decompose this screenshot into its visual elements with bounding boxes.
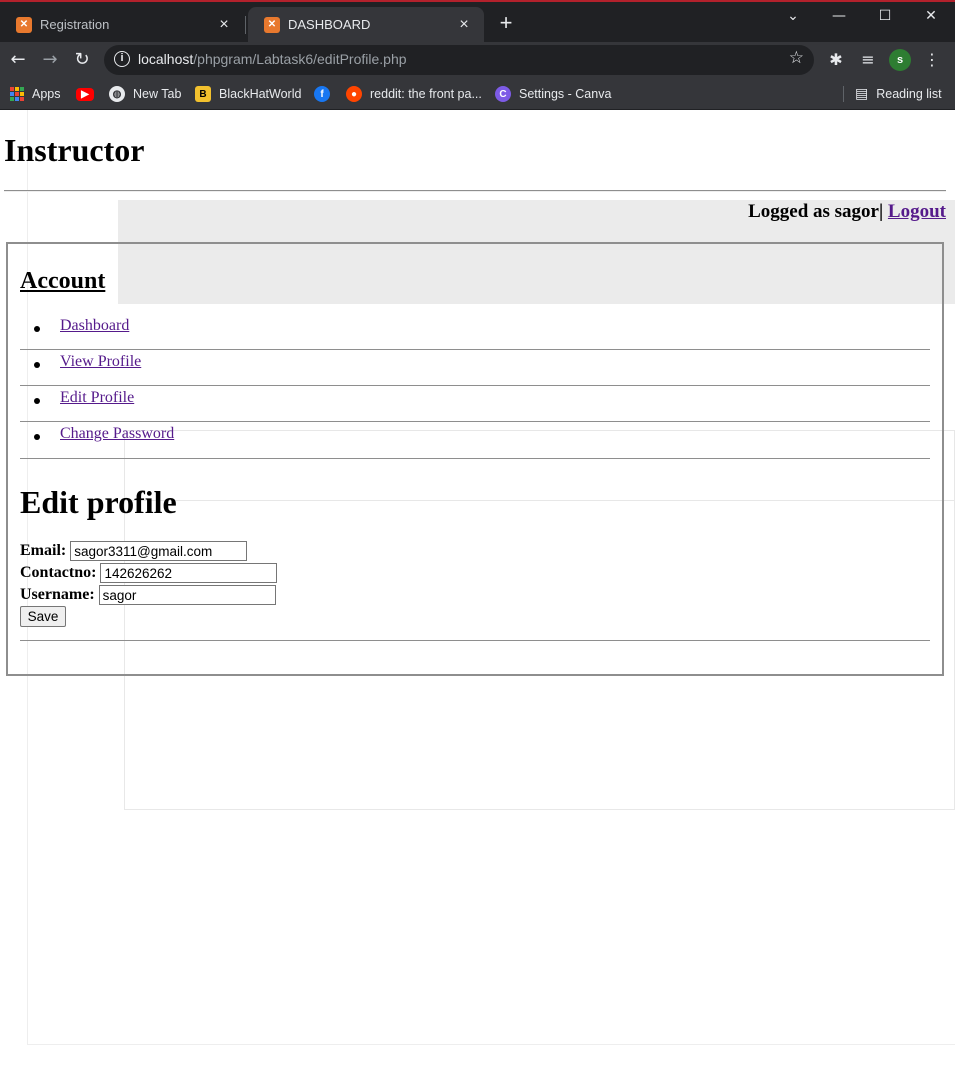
info-icon[interactable]: i [114,51,130,67]
bookmarks-bar: Apps ▶ ◍ New Tab B BlackHatWorld f ● red… [0,78,955,110]
back-arrow-icon[interactable]: ← [6,48,30,72]
profile-avatar[interactable]: s [889,49,911,71]
logged-as-text: Logged as sagor| [748,201,884,222]
save-button[interactable]: Save [20,606,66,627]
menu-divider [20,458,930,459]
edit-profile-heading: Edit profile [20,484,177,520]
youtube-icon: ▶ [76,87,94,101]
minimize-button[interactable]: — [816,4,862,28]
contact-field[interactable] [100,563,278,583]
xampp-icon: ✕ [264,16,280,33]
username-field[interactable] [98,585,276,605]
tab-search-button[interactable]: ⌄ [770,4,816,28]
kebab-menu-icon[interactable]: ⋮ [920,48,944,72]
close-tab-icon[interactable]: × [454,16,474,34]
browser-toolbar: ← → ↻ i localhost/phpgram/Labtask6/editP… [0,42,955,78]
bookmark-apps[interactable]: Apps [10,83,61,105]
tab-registration[interactable]: ✕ Registration × [0,7,244,42]
media-queue-icon[interactable]: ≡ [856,48,880,72]
xampp-icon: ✕ [16,16,32,33]
reading-list-button[interactable]: ▤ Reading list [855,83,942,105]
menu-item-edit-profile: Edit Profile [20,386,930,422]
bookmark-facebook[interactable]: f [314,83,338,105]
url-text[interactable]: localhost/phpgram/Labtask6/editProfile.p… [138,51,407,67]
email-row: Email: [20,540,248,562]
bookmark-blackhatworld[interactable]: B BlackHatWorld [195,83,301,105]
dashboard-link[interactable]: Dashboard [60,317,129,335]
header-divider [4,190,946,192]
menu-item-change-password: Change Password [20,422,930,458]
maximize-button[interactable]: ☐ [862,4,908,28]
page-content: Instructor Logged as sagor| Logout Accou… [0,110,955,1074]
menu-item-dashboard: Dashboard [20,314,930,350]
tab-strip: ✕ Registration × ✕ DASHBOARD × + ⌄ — ☐ ✕ [0,2,955,42]
bookmark-star-icon[interactable]: ☆ [789,48,804,68]
tab-title: DASHBOARD [288,17,371,32]
tab-title: Registration [40,17,110,32]
canva-icon: C [495,86,511,102]
bookmark-youtube[interactable]: ▶ [76,83,102,105]
content-panel: Account Dashboard View Profile Edit Prof… [6,242,944,676]
apps-grid-icon [10,87,24,101]
browser-chrome: ✕ Registration × ✕ DASHBOARD × + ⌄ — ☐ ✕… [0,0,955,110]
extensions-puzzle-icon[interactable]: ✱ [824,48,848,72]
reading-list-icon: ▤ [855,86,869,102]
contact-row: Contactno: [20,562,278,584]
site-title: Instructor [4,132,145,168]
bookmark-canva[interactable]: C Settings - Canva [495,83,611,105]
logout-link[interactable]: Logout [888,201,946,222]
globe-icon: ◍ [109,86,125,102]
tab-separator [245,16,246,34]
menu-item-view-profile: View Profile [20,350,930,386]
username-label: Username: [20,586,95,603]
close-window-button[interactable]: ✕ [908,4,954,28]
reddit-icon: ● [346,86,362,102]
logged-in-status: Logged as sagor| Logout [748,201,946,223]
change-password-link[interactable]: Change Password [60,425,174,443]
blackhatworld-icon: B [195,86,211,102]
bookmark-new-tab[interactable]: ◍ New Tab [109,83,181,105]
address-bar[interactable]: i localhost/phpgram/Labtask6/editProfile… [104,45,814,75]
edit-profile-link[interactable]: Edit Profile [60,389,134,407]
account-menu: Dashboard View Profile Edit Profile Chan… [20,314,930,458]
contact-label: Contactno: [20,564,97,581]
form-divider [20,640,930,641]
tab-dashboard[interactable]: ✕ DASHBOARD × [248,7,484,42]
new-tab-button[interactable]: + [495,12,517,34]
facebook-icon: f [314,86,330,102]
forward-arrow-icon[interactable]: → [38,48,62,72]
bookmark-reddit[interactable]: ● reddit: the front pa... [346,83,482,105]
reload-icon[interactable]: ↻ [70,48,94,72]
email-field[interactable] [70,541,248,561]
account-heading: Account [20,268,106,294]
close-tab-icon[interactable]: × [214,16,234,34]
email-label: Email: [20,542,67,559]
view-profile-link[interactable]: View Profile [60,353,141,371]
bookmarks-divider [843,86,844,102]
username-row: Username: [20,584,276,606]
